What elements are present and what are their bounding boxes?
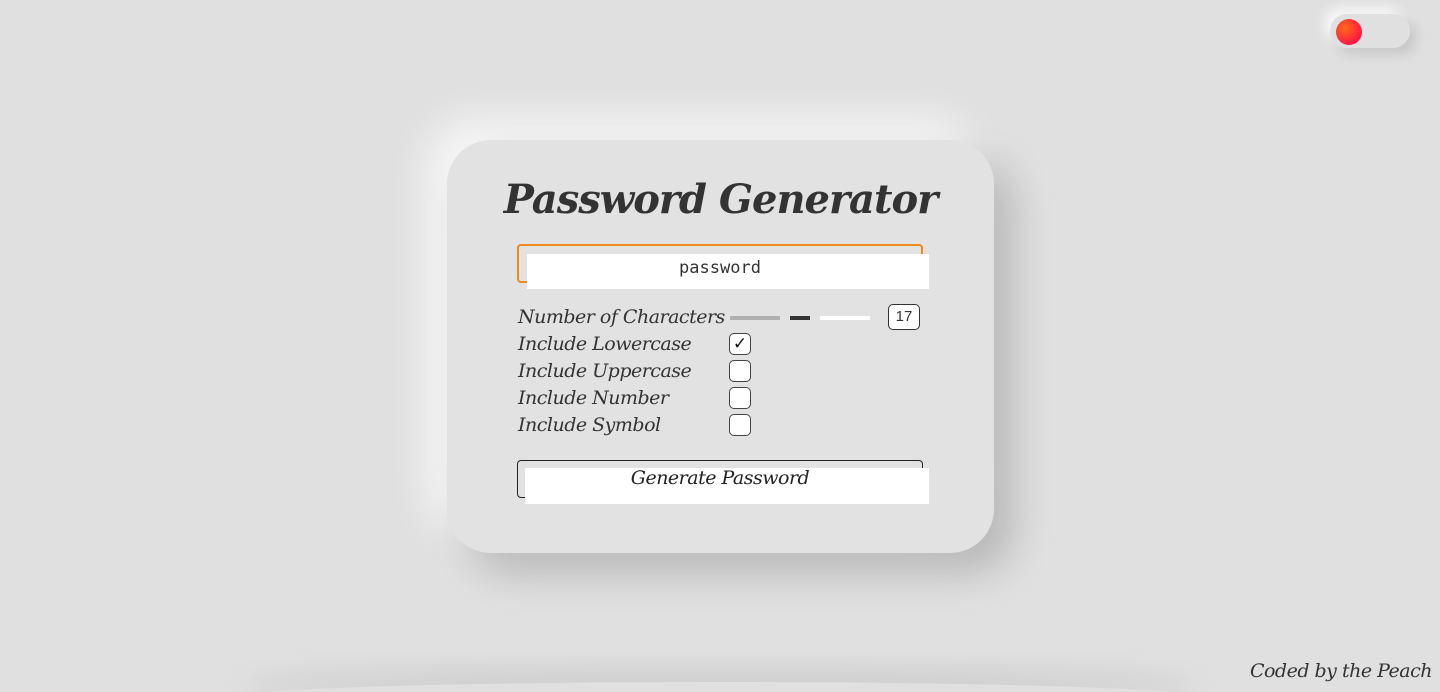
uppercase-row: Include Uppercase: [518, 358, 928, 385]
lowercase-label: Include Lowercase: [518, 333, 692, 355]
lowercase-row: Include Lowercase ✓: [518, 331, 928, 358]
number-checkbox[interactable]: [729, 387, 751, 409]
generate-button-label: Generate Password: [630, 467, 810, 489]
length-row: Number of Characters 17: [518, 304, 928, 331]
slider-track-left: [730, 316, 780, 320]
uppercase-checkbox[interactable]: [729, 360, 751, 382]
slider-thumb[interactable]: [790, 316, 810, 320]
slider-track-right: [820, 316, 870, 320]
theme-toggle[interactable]: [1330, 14, 1410, 48]
password-output-field[interactable]: password: [517, 244, 929, 289]
number-label: Include Number: [518, 387, 669, 409]
uppercase-label: Include Uppercase: [518, 360, 692, 382]
generate-password-button[interactable]: Generate Password: [517, 460, 929, 504]
generator-card: Password Generator password Number of Ch…: [447, 140, 994, 553]
symbol-checkbox[interactable]: [729, 414, 751, 436]
lowercase-checkbox[interactable]: ✓: [729, 333, 751, 355]
symbol-row: Include Symbol: [518, 412, 928, 439]
password-output-text[interactable]: password: [519, 258, 921, 278]
length-slider[interactable]: [730, 316, 870, 320]
page: Password Generator password Number of Ch…: [0, 0, 1440, 692]
number-row: Include Number: [518, 385, 928, 412]
length-label: Number of Characters: [518, 306, 725, 328]
toggle-knob[interactable]: [1336, 19, 1362, 45]
page-title: Password Generator: [503, 176, 938, 223]
credit-text: Coded by the Peach: [1249, 660, 1433, 682]
symbol-label: Include Symbol: [518, 414, 661, 436]
length-number-input[interactable]: 17: [888, 304, 920, 330]
bottom-shadow: [240, 682, 1200, 692]
